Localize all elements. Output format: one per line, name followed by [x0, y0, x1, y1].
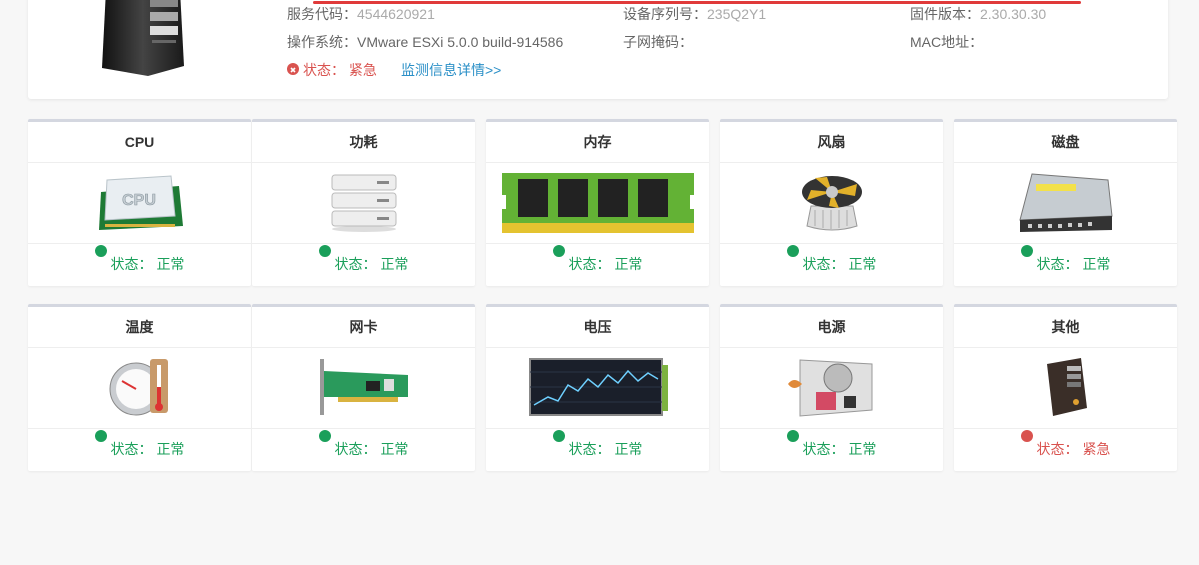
service-code-row: 服务代码：4544620921	[287, 6, 435, 22]
card-title: 电源	[720, 307, 943, 348]
server-status: 状态： 紧急	[287, 60, 377, 80]
card-status: 状态： 正常	[486, 429, 709, 469]
voltage-chart-icon	[486, 348, 709, 429]
card-status: 状态： 正常	[954, 244, 1177, 284]
status-card[interactable]: CPU CPU 状态： 正常	[28, 119, 251, 286]
check-circle-icon	[552, 430, 565, 453]
card-status: 状态： 正常	[28, 429, 251, 469]
check-circle-icon	[94, 430, 107, 453]
svg-text:CPU: CPU	[122, 192, 156, 209]
error-icon	[287, 63, 299, 75]
status-card[interactable]: 其他状态： 紧急	[954, 304, 1177, 471]
card-title: 内存	[486, 122, 709, 163]
card-status: 状态： 正常	[252, 244, 475, 284]
status-card[interactable]: 磁盘状态： 正常	[954, 119, 1177, 286]
card-title: 电压	[486, 307, 709, 348]
error-icon	[1020, 430, 1033, 452]
monitor-detail-link[interactable]: 监测信息详情>>	[401, 60, 501, 80]
card-title: 功耗	[252, 122, 475, 163]
serial-row: 设备序列号：235Q2Y1	[623, 6, 767, 22]
power-supply-icon	[720, 348, 943, 429]
check-circle-icon	[318, 245, 331, 268]
card-status: 状态： 正常	[720, 244, 943, 284]
server-tower-icon	[102, 0, 184, 76]
card-title: 温度	[28, 307, 251, 348]
mac-row: MAC地址：	[910, 34, 984, 50]
fan-icon	[720, 163, 943, 244]
subnet-row: 子网掩码：	[623, 34, 693, 50]
status-card[interactable]: 电源状态： 正常	[720, 304, 943, 471]
status-card[interactable]: 风扇状态： 正常	[720, 119, 943, 286]
status-card[interactable]: 网卡状态： 正常	[252, 304, 475, 471]
check-circle-icon	[786, 245, 799, 268]
status-card[interactable]: 电压状态： 正常	[486, 304, 709, 471]
disk-icon	[954, 163, 1177, 244]
os-row: 操作系统：VMware ESXi 5.0.0 build-914586	[287, 34, 564, 50]
server-info-panel: 服务代码：4544620921 设备序列号：235Q2Y1 固件版本：2.30.…	[28, 0, 1168, 99]
status-card[interactable]: 功耗状态： 正常	[252, 119, 475, 286]
card-title: 风扇	[720, 122, 943, 163]
card-status: 状态： 正常	[28, 244, 251, 284]
check-circle-icon	[786, 430, 799, 453]
firmware-row: 固件版本：2.30.30.30	[910, 6, 1047, 22]
card-title: 网卡	[252, 307, 475, 348]
memory-icon	[486, 163, 709, 244]
card-status: 状态： 正常	[252, 429, 475, 469]
status-card[interactable]: 温度状态： 正常	[28, 304, 251, 471]
server-rack-icon	[252, 163, 475, 244]
card-status: 状态： 正常	[720, 429, 943, 469]
card-title: CPU	[28, 122, 251, 163]
check-circle-icon	[1020, 245, 1033, 268]
check-circle-icon	[318, 430, 331, 453]
card-title: 其他	[954, 307, 1177, 348]
cpu-icon: CPU	[28, 163, 251, 244]
card-status: 状态： 正常	[486, 244, 709, 284]
check-circle-icon	[94, 245, 107, 268]
card-status: 状态： 紧急	[954, 429, 1177, 469]
network-card-icon	[252, 348, 475, 429]
check-circle-icon	[552, 245, 565, 268]
thermometer-gauge-icon	[28, 348, 251, 429]
tower-server-icon	[954, 348, 1177, 429]
status-card[interactable]: 内存状态： 正常	[486, 119, 709, 286]
card-title: 磁盘	[954, 122, 1177, 163]
